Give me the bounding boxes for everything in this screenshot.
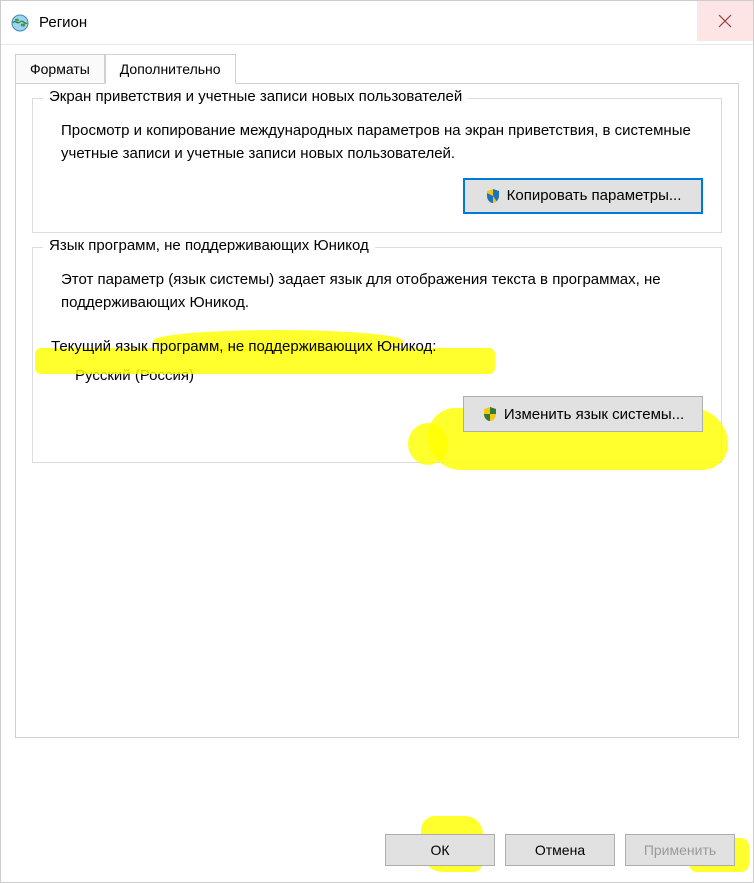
titlebar: Регион [1, 1, 753, 45]
group-non-unicode: Язык программ, не поддерживающих Юникод … [32, 247, 722, 464]
change-system-locale-label: Изменить язык системы... [504, 406, 684, 423]
tab-advanced[interactable]: Дополнительно [105, 54, 236, 84]
tab-panel-advanced: Экран приветствия и учетные записи новых… [15, 83, 739, 738]
change-system-locale-button[interactable]: Изменить язык системы... [463, 396, 703, 432]
window-title: Регион [39, 14, 87, 31]
dialog-button-row: ОК Отмена Применить [385, 834, 735, 866]
group-welcome-text: Просмотр и копирование международных пар… [61, 119, 703, 166]
tab-strip: Форматы Дополнительно [1, 45, 753, 83]
copy-settings-button[interactable]: Копировать параметры... [463, 178, 703, 214]
group-welcome-legend: Экран приветствия и учетные записи новых… [43, 88, 468, 105]
region-dialog: Регион Форматы Дополнительно Экран приве… [0, 0, 754, 883]
close-icon [718, 14, 732, 28]
shield-icon [482, 406, 498, 422]
apply-button[interactable]: Применить [625, 834, 735, 866]
close-button[interactable] [697, 1, 753, 41]
shield-icon [485, 188, 501, 204]
globe-icon [11, 14, 29, 32]
current-language-value: Русский (Россия) [75, 367, 703, 384]
cancel-button[interactable]: Отмена [505, 834, 615, 866]
copy-settings-label: Копировать параметры... [507, 187, 682, 204]
group-non-unicode-text: Этот параметр (язык системы) задает язык… [61, 268, 703, 315]
current-language-label: Текущий язык программ, не поддерживающих… [51, 338, 703, 355]
ok-button[interactable]: ОК [385, 834, 495, 866]
group-welcome-screen: Экран приветствия и учетные записи новых… [32, 98, 722, 233]
tab-formats[interactable]: Форматы [15, 54, 105, 84]
group-non-unicode-legend: Язык программ, не поддерживающих Юникод [43, 237, 375, 254]
